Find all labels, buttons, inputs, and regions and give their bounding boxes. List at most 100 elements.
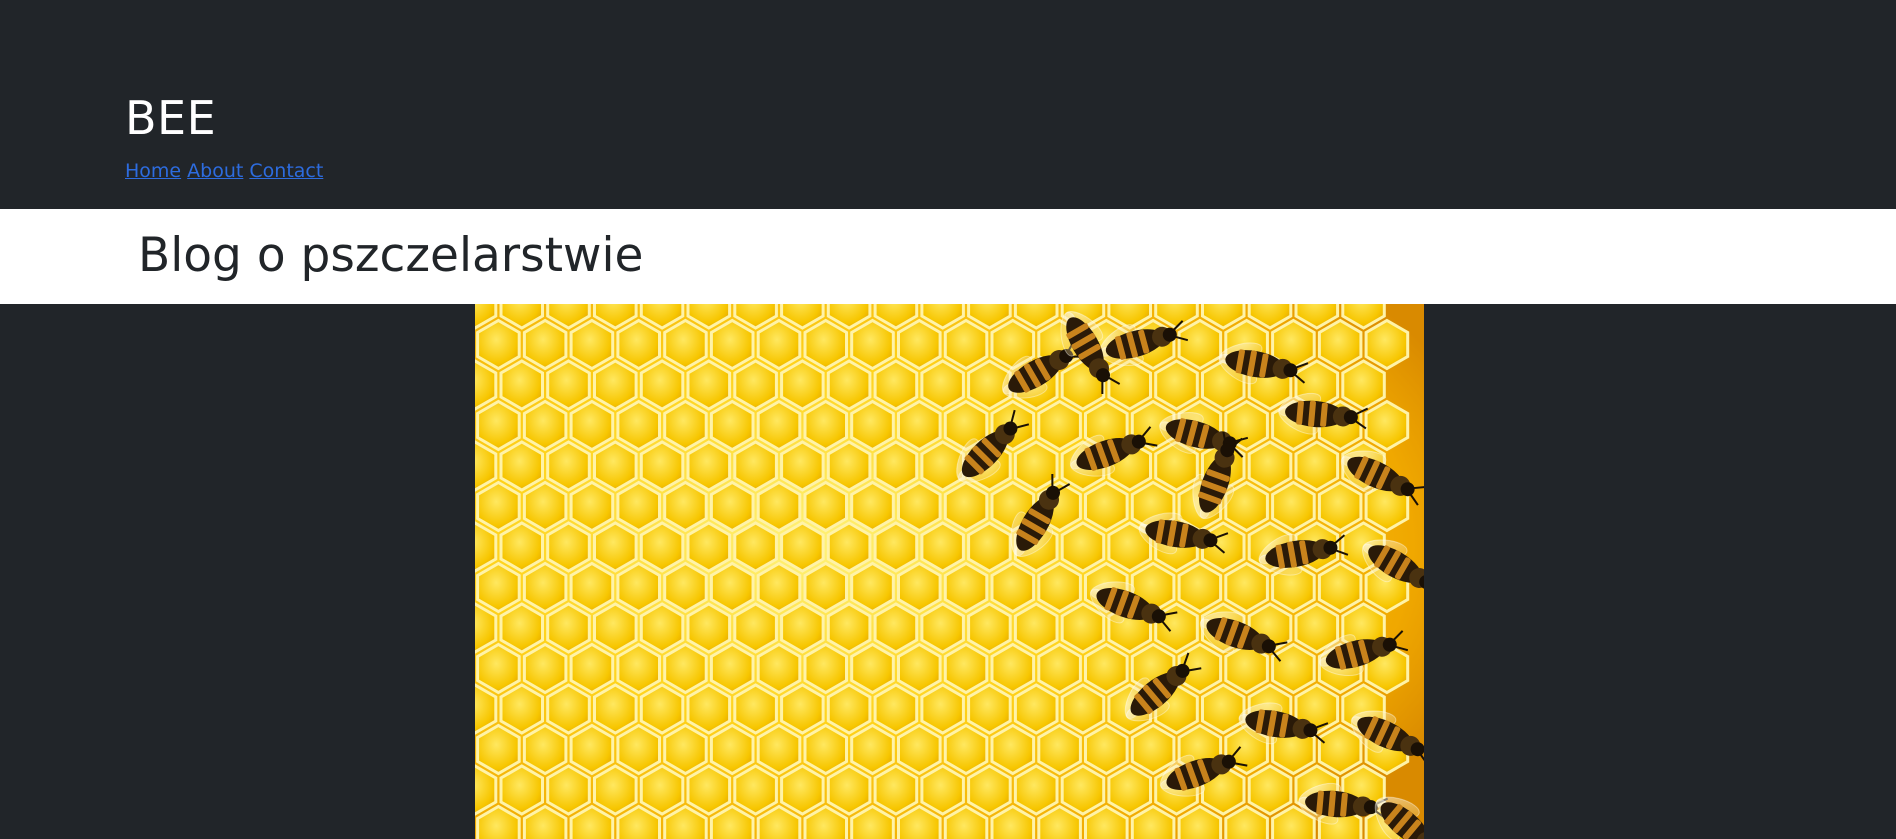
honeycomb-cell [522, 723, 568, 776]
honeycomb-cell [850, 723, 895, 776]
honeycomb-cell [1247, 440, 1293, 492]
honeycomb-cell [850, 480, 895, 533]
honeycomb-cell [569, 561, 615, 614]
main-content [0, 304, 1896, 839]
honeycomb-cell [1130, 723, 1176, 776]
nav-link-contact[interactable]: Contact [249, 160, 323, 182]
honeycomb-cell [850, 642, 895, 695]
honeycomb-cell [1013, 602, 1059, 654]
honeycomb-cell [897, 723, 942, 776]
honeycomb-cell [639, 359, 685, 411]
honeycomb-cell [943, 318, 989, 371]
honeycomb-cell [943, 723, 989, 776]
honeycomb-cell [967, 683, 1012, 735]
honeycomb-cell [1224, 561, 1269, 614]
honeycomb-cell [990, 642, 1036, 695]
honeycomb-cell [499, 440, 544, 492]
honeycomb-cell [850, 561, 895, 614]
honeycomb-cell [709, 399, 755, 452]
honeycomb-cell [663, 561, 708, 614]
honeycomb-cell [897, 561, 942, 614]
honeycomb-cell [1060, 764, 1106, 816]
honeycomb-cell [897, 399, 942, 452]
honeycomb-cell [803, 723, 848, 776]
honeycomb-cell [593, 440, 638, 492]
honeycomb-cell [709, 318, 755, 371]
honeycomb-bees-illustration [475, 304, 1424, 839]
main-nav: Home About Contact [125, 158, 323, 184]
honeycomb-cell [639, 683, 685, 735]
honeycomb-cell [639, 521, 685, 573]
honeycomb-cell [1037, 399, 1082, 452]
honeycomb-cell [1013, 683, 1059, 735]
honeycomb-cell [967, 764, 1012, 816]
honeycomb-cell [663, 723, 708, 776]
honeycomb-cell [803, 480, 848, 533]
honeycomb-cell [1364, 318, 1410, 371]
honeycomb-cell [1177, 561, 1223, 614]
nav-link-about[interactable]: About [187, 160, 243, 182]
honeycomb-cell [569, 318, 615, 371]
honeycomb-cell [709, 561, 755, 614]
honeycomb-cell [1201, 683, 1246, 735]
honeycomb-cell [733, 602, 778, 654]
honeycomb-cell [756, 318, 802, 371]
honeycomb-cell [873, 359, 919, 411]
honeycomb-cell [1107, 359, 1152, 411]
honeycomb-cell [639, 764, 685, 816]
honeycomb-cell [756, 642, 802, 695]
honeycomb-cell [826, 683, 872, 735]
honeycomb-cell [780, 521, 825, 573]
honeycomb-cell [1317, 480, 1363, 533]
honeycomb-cell [663, 480, 708, 533]
honeycomb-cell [943, 642, 989, 695]
honeycomb-cell [499, 359, 544, 411]
honeycomb-cell [897, 642, 942, 695]
honeycomb-cell [476, 399, 521, 452]
honeycomb-cell [593, 602, 638, 654]
hero-image [475, 304, 1424, 839]
honeycomb-cell [522, 318, 568, 371]
nav-link-home[interactable]: Home [125, 160, 181, 182]
honeycomb-cell [1084, 723, 1129, 776]
honeycomb-cell [1013, 764, 1059, 816]
honeycomb-cell [826, 521, 872, 573]
honeycomb-cell [850, 399, 895, 452]
honeycomb-cell [873, 440, 919, 492]
honeycomb-cell [663, 399, 708, 452]
honeycomb-cell [1154, 359, 1199, 411]
honeycomb-cell [920, 764, 965, 816]
site-brand[interactable]: BEE [125, 88, 216, 148]
honeycomb-cell [546, 440, 591, 492]
honeycomb-cell [943, 561, 989, 614]
honeycomb-cell [499, 764, 544, 816]
honeycomb-cell [1084, 642, 1129, 695]
honeycomb-cell [569, 723, 615, 776]
honeycomb-cell [733, 764, 778, 816]
honeycomb-cell [826, 440, 872, 492]
honeycomb-cell [780, 602, 825, 654]
honeycomb-cell [920, 359, 965, 411]
honeycomb-cell [1317, 318, 1363, 371]
page-title: Blog o pszczelarstwie [138, 228, 644, 283]
honeycomb-cell [1177, 318, 1223, 371]
honeycomb-cell [897, 318, 942, 371]
honeycomb-cell [616, 480, 661, 533]
honeycomb-cell [803, 318, 848, 371]
title-banner: Blog o pszczelarstwie [0, 209, 1896, 304]
honeycomb-cell [522, 399, 568, 452]
honeycomb-cell [873, 521, 919, 573]
honeycomb-cell [522, 480, 568, 533]
honeycomb-cell [897, 480, 942, 533]
honeycomb-cell [476, 642, 521, 695]
honeycomb-cell [546, 764, 591, 816]
honeycomb-cell [709, 642, 755, 695]
honeycomb-cell [499, 602, 544, 654]
honeycomb-cell [943, 480, 989, 533]
honeycomb-cell [850, 318, 895, 371]
honeycomb-cell [1317, 561, 1363, 614]
honeycomb-cell [826, 602, 872, 654]
honeycomb-cell [780, 359, 825, 411]
honeycomb-cell [780, 440, 825, 492]
honeycomb-cell [733, 521, 778, 573]
